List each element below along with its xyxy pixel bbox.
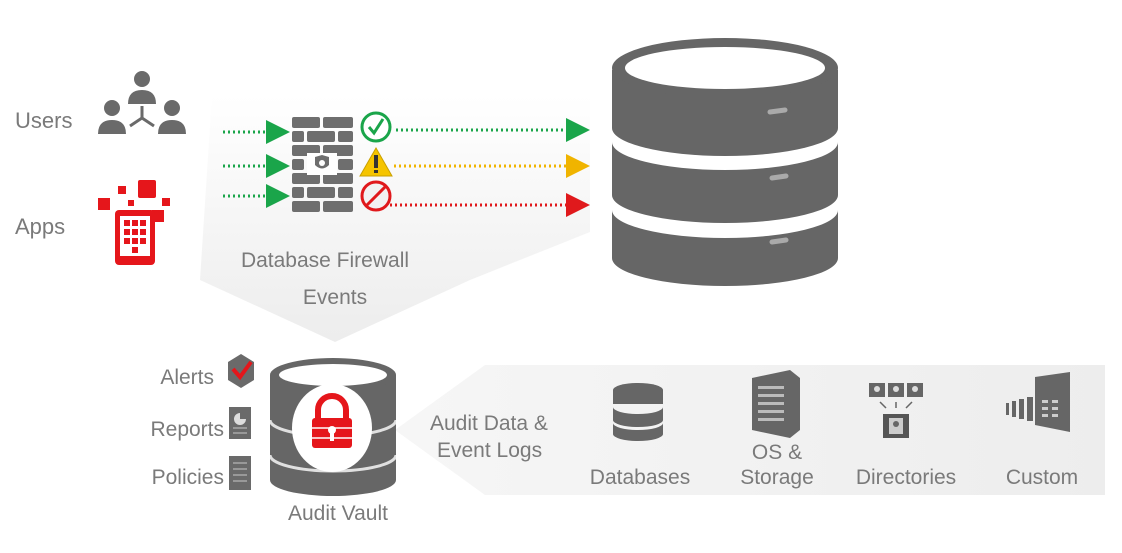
- block-icon: [360, 180, 392, 212]
- policies-icon: [229, 456, 251, 490]
- os-label: OS &: [752, 441, 802, 464]
- os-storage-icon: [752, 370, 800, 438]
- users-label: Users: [15, 108, 72, 133]
- policies-label: Policies: [152, 466, 224, 489]
- database-icon: [612, 38, 838, 286]
- diagram: Users Apps Database Firewall Events Aler…: [0, 0, 1122, 553]
- diagram-canvas: Users Apps Database Firewall Events Aler…: [15, 38, 1105, 525]
- apps-label: Apps: [15, 214, 65, 239]
- reports-icon: [229, 407, 251, 439]
- users-icon: [98, 71, 186, 134]
- directories-label: Directories: [856, 466, 956, 489]
- audit-vault-icon: [268, 358, 398, 496]
- events-label: Events: [303, 286, 367, 309]
- firewall-icon: [292, 117, 353, 212]
- reports-label: Reports: [150, 418, 224, 441]
- custom-label: Custom: [1006, 466, 1078, 489]
- alerts-icon: [228, 354, 254, 388]
- event-logs-label: Event Logs: [437, 439, 542, 462]
- alerts-label: Alerts: [160, 366, 214, 389]
- apps-icon: [98, 180, 170, 265]
- audit-data-label: Audit Data &: [430, 412, 548, 435]
- databases-label: Databases: [590, 466, 690, 489]
- audit-vault-label: Audit Vault: [288, 502, 388, 525]
- allow-check-icon: [360, 111, 392, 143]
- storage-label: Storage: [740, 466, 814, 489]
- firewall-label: Database Firewall: [241, 249, 409, 272]
